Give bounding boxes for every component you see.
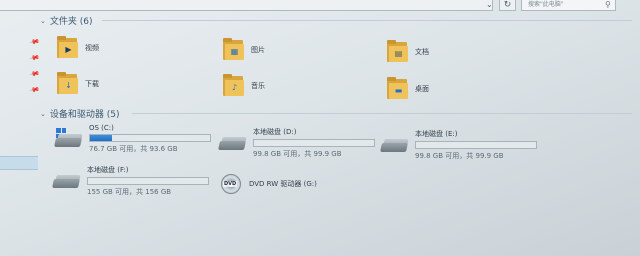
folder-label: 下载 <box>85 80 99 88</box>
toolbar: ⌄ ↻ 搜索"此电脑" ⚲ <box>0 0 640 12</box>
refresh-icon: ↻ <box>503 0 512 10</box>
overlay-glyph: ♪ <box>231 83 238 92</box>
capacity-bar <box>87 177 209 185</box>
pin-icon[interactable]: 📌 <box>28 52 40 64</box>
dvd-drive-icon: DVD <box>221 174 243 196</box>
pin-icon[interactable]: 📌 <box>28 36 40 48</box>
folder-label: 文档 <box>415 48 429 56</box>
folder-pictures[interactable]: ▦ 图片 <box>223 38 265 62</box>
folder-downloads[interactable]: ↓ 下载 <box>57 72 99 96</box>
downloads-folder-icon: ↓ <box>57 72 79 96</box>
group-divider <box>132 113 632 114</box>
drive-name: 本地磁盘 (F:) <box>87 166 129 174</box>
hard-drive-icon <box>380 135 409 155</box>
drive-name: 本地磁盘 (D:) <box>253 128 297 136</box>
drive-c[interactable]: OS (C:) 76.7 GB 可用，共 93.6 GB <box>54 124 211 154</box>
hard-drive-icon <box>218 133 247 153</box>
capacity-bar <box>89 134 211 142</box>
music-folder-icon: ♪ <box>223 74 245 98</box>
nav-pane-selected-item[interactable] <box>0 156 38 170</box>
drive-name: 本地磁盘 (E:) <box>415 130 458 138</box>
drive-free-space: 99.8 GB 可用，共 99.9 GB <box>253 150 342 158</box>
windows-drive-icon <box>54 128 83 150</box>
group-title: 文件夹 (6) <box>49 17 93 27</box>
overlay-glyph: ▦ <box>230 47 239 56</box>
search-icon[interactable]: ⚲ <box>605 0 611 9</box>
drive-free-space: 76.7 GB 可用，共 93.6 GB <box>89 145 178 153</box>
capacity-bar <box>415 141 537 149</box>
drive-free-space: 155 GB 可用，共 156 GB <box>87 188 172 196</box>
folder-label: 音乐 <box>251 82 265 90</box>
capacity-bar <box>253 139 375 147</box>
pin-icon[interactable]: 📌 <box>28 84 40 96</box>
video-folder-icon: ▶ <box>57 36 79 60</box>
search-input[interactable]: 搜索"此电脑" <box>521 0 616 11</box>
refresh-button[interactable]: ↻ <box>499 0 516 11</box>
dvd-badge: DVD <box>223 181 238 187</box>
documents-folder-icon: ▤ <box>387 40 409 64</box>
pin-icon[interactable]: 📌 <box>28 68 40 80</box>
drive-d[interactable]: 本地磁盘 (D:) 99.8 GB 可用，共 99.9 GB <box>218 127 375 159</box>
folder-music[interactable]: ♪ 音乐 <box>223 74 265 98</box>
drive-e[interactable]: 本地磁盘 (E:) 99.8 GB 可用，共 99.9 GB <box>380 129 537 161</box>
folder-label: 桌面 <box>415 85 429 93</box>
folder-videos[interactable]: ▶ 视频 <box>57 36 99 60</box>
drive-f[interactable]: 本地磁盘 (F:) 155 GB 可用，共 156 GB <box>52 165 209 197</box>
pictures-folder-icon: ▦ <box>223 38 245 62</box>
desktop-folder-icon: ▬ <box>387 77 409 101</box>
folders-group-header[interactable]: ⌄ 文件夹 (6) <box>40 14 93 28</box>
drive-g-dvd[interactable]: DVD DVD RW 驱动器 (G:) <box>221 172 317 196</box>
hard-drive-icon <box>52 171 81 191</box>
chevron-down-icon[interactable]: ⌄ <box>486 0 493 9</box>
group-title: 设备和驱动器 (5) <box>49 110 120 120</box>
folder-documents[interactable]: ▤ 文档 <box>387 40 429 64</box>
group-divider <box>102 20 632 21</box>
folder-label: 视频 <box>85 44 99 52</box>
folder-desktop[interactable]: ▬ 桌面 <box>387 77 429 101</box>
chevron-down-icon: ⌄ <box>40 109 46 118</box>
chevron-down-icon: ⌄ <box>40 16 46 25</box>
overlay-glyph: ▶ <box>65 45 72 54</box>
devices-group-header[interactable]: ⌄ 设备和驱动器 (5) <box>40 107 120 121</box>
drive-name: OS (C:) <box>89 124 114 132</box>
overlay-glyph: ↓ <box>65 81 72 90</box>
drive-free-space: 99.8 GB 可用，共 99.9 GB <box>415 152 504 160</box>
folder-label: 图片 <box>251 46 265 54</box>
overlay-glyph: ▬ <box>394 86 403 95</box>
address-bar[interactable] <box>0 0 493 11</box>
overlay-glyph: ▤ <box>394 49 403 58</box>
drive-name: DVD RW 驱动器 (G:) <box>249 180 317 188</box>
